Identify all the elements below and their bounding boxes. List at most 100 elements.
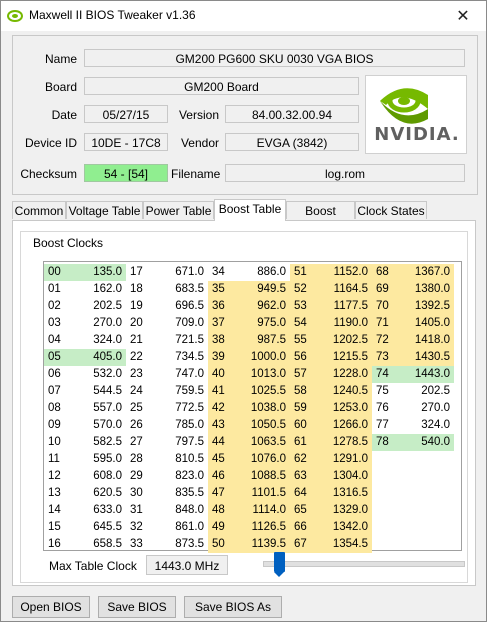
tab-boost-table[interactable]: Boost Table bbox=[214, 199, 286, 221]
boost-entry-clock[interactable]: 1215.5 bbox=[315, 349, 372, 366]
boost-entry-clock[interactable]: 975.0 bbox=[233, 315, 290, 332]
boost-entry-clock[interactable]: 772.5 bbox=[151, 400, 208, 417]
boost-entry-clock[interactable]: 595.0 bbox=[69, 451, 126, 468]
boost-entry-clock[interactable]: 645.5 bbox=[69, 519, 126, 536]
tab-boost-states[interactable]: Boost States bbox=[286, 201, 355, 236]
boost-entry-clock[interactable]: 1418.0 bbox=[397, 332, 454, 349]
open-bios-button[interactable]: Open BIOS bbox=[12, 596, 90, 618]
boost-entry-clock[interactable]: 1240.5 bbox=[315, 383, 372, 400]
boost-entry-clock[interactable]: 1367.0 bbox=[397, 264, 454, 281]
boost-entry-clock[interactable]: 570.0 bbox=[69, 417, 126, 434]
save-bios-as-button[interactable]: Save BIOS As bbox=[184, 596, 282, 618]
boost-entry-clock[interactable]: 1000.0 bbox=[233, 349, 290, 366]
boost-entry-clock[interactable]: 1190.0 bbox=[315, 315, 372, 332]
boost-clocks-grid[interactable]: 00 135.0 01 162.0 02 202.5 03 270.0 04 324.0 05 405… bbox=[43, 261, 462, 553]
boost-entry-index: 37 bbox=[208, 315, 233, 332]
boost-entry-clock[interactable]: 835.5 bbox=[151, 485, 208, 502]
boost-entry-index: 06 bbox=[48, 368, 61, 380]
boost-entry-clock[interactable]: 1164.5 bbox=[315, 281, 372, 298]
boost-entry-clock[interactable]: 785.0 bbox=[151, 417, 208, 434]
boost-entry-index: 55 bbox=[290, 332, 315, 349]
boost-entry-clock[interactable]: 1278.5 bbox=[315, 434, 372, 451]
boost-entry-clock[interactable]: 557.0 bbox=[69, 400, 126, 417]
boost-entry-clock[interactable]: 1430.5 bbox=[397, 349, 454, 366]
boost-entry-clock[interactable]: 532.0 bbox=[69, 366, 126, 383]
boost-entry-clock[interactable]: 1101.5 bbox=[233, 485, 290, 502]
boost-entry-clock[interactable]: 270.0 bbox=[397, 400, 454, 417]
boost-entry-clock[interactable]: 202.5 bbox=[69, 298, 126, 315]
boost-entry-clock[interactable]: 324.0 bbox=[69, 332, 126, 349]
boost-entry-clock[interactable]: 797.5 bbox=[151, 434, 208, 451]
boost-entry-clock[interactable]: 1114.0 bbox=[233, 502, 290, 519]
boost-entry-clock[interactable]: 721.5 bbox=[151, 332, 208, 349]
tab-clock-states[interactable]: Clock States bbox=[355, 201, 427, 219]
boost-entry-clock[interactable]: 823.0 bbox=[151, 468, 208, 485]
boost-entry-index: 65 bbox=[290, 502, 315, 519]
boost-entry-clock[interactable]: 162.0 bbox=[69, 281, 126, 298]
boost-entry-clock[interactable]: 633.0 bbox=[69, 502, 126, 519]
boost-entry-clock[interactable]: 987.5 bbox=[233, 332, 290, 349]
boost-entry-clock[interactable]: 608.0 bbox=[69, 468, 126, 485]
boost-entry-clock[interactable]: 582.5 bbox=[69, 434, 126, 451]
boost-entry-clock[interactable]: 1126.5 bbox=[233, 519, 290, 536]
boost-entry-clock[interactable]: 1266.0 bbox=[315, 417, 372, 434]
boost-entry-clock[interactable]: 1050.5 bbox=[233, 417, 290, 434]
boost-entry-clock[interactable]: 1392.5 bbox=[397, 298, 454, 315]
boost-entry-clock[interactable]: 1152.0 bbox=[315, 264, 372, 281]
boost-entry-clock[interactable]: 861.0 bbox=[151, 519, 208, 536]
boost-entry-clock[interactable]: 1038.0 bbox=[233, 400, 290, 417]
boost-entry-clock[interactable]: 1354.5 bbox=[315, 536, 372, 553]
boost-entry-index: 30 bbox=[130, 487, 143, 499]
close-icon[interactable]: ✕ bbox=[440, 1, 486, 31]
boost-entry-clock[interactable]: 949.5 bbox=[233, 281, 290, 298]
boost-entry-clock[interactable]: 671.0 bbox=[151, 264, 208, 281]
tab-power-table[interactable]: Power Table bbox=[143, 201, 214, 219]
boost-entry-clock[interactable]: 1316.5 bbox=[315, 485, 372, 502]
boost-entry-clock[interactable]: 1304.0 bbox=[315, 468, 372, 485]
boost-entry-clock[interactable]: 1253.0 bbox=[315, 400, 372, 417]
tab-voltage-table[interactable]: Voltage Table bbox=[66, 201, 143, 219]
boost-entry-clock[interactable]: 324.0 bbox=[397, 417, 454, 434]
boost-entry-clock[interactable]: 1139.5 bbox=[233, 536, 290, 553]
boost-entry-clock[interactable]: 873.5 bbox=[151, 536, 208, 553]
boost-entry-clock[interactable]: 886.0 bbox=[233, 264, 290, 281]
boost-entry-clock[interactable]: 1088.5 bbox=[233, 468, 290, 485]
boost-entry-clock[interactable]: 658.5 bbox=[69, 536, 126, 553]
boost-entry-clock[interactable]: 1177.5 bbox=[315, 298, 372, 315]
boost-entry-clock[interactable]: 1076.0 bbox=[233, 451, 290, 468]
boost-entry-clock[interactable]: 1405.0 bbox=[397, 315, 454, 332]
boost-entry-clock[interactable]: 202.5 bbox=[397, 383, 454, 400]
tab-common[interactable]: Common bbox=[12, 201, 66, 219]
boost-entry-clock[interactable]: 544.5 bbox=[69, 383, 126, 400]
boost-entry-clock[interactable]: 1329.0 bbox=[315, 502, 372, 519]
boost-entry-clock[interactable]: 810.5 bbox=[151, 451, 208, 468]
boost-entry-clock[interactable]: 540.0 bbox=[397, 434, 454, 451]
boost-entry-clock[interactable]: 270.0 bbox=[69, 315, 126, 332]
boost-entry-index: 66 bbox=[290, 519, 315, 536]
boost-entry-clock[interactable]: 1013.0 bbox=[233, 366, 290, 383]
boost-entry-clock[interactable]: 1228.0 bbox=[315, 366, 372, 383]
boost-entry-clock[interactable]: 696.5 bbox=[151, 298, 208, 315]
boost-entry-clock[interactable]: 1202.5 bbox=[315, 332, 372, 349]
title-bar[interactable]: Maxwell II BIOS Tweaker v1.36 ✕ bbox=[1, 1, 486, 31]
max-clock-slider-track[interactable] bbox=[263, 561, 465, 567]
boost-entry-clock[interactable]: 734.5 bbox=[151, 349, 208, 366]
boost-entry-index: 00 bbox=[44, 264, 69, 281]
boost-entry-clock[interactable]: 747.0 bbox=[151, 366, 208, 383]
boost-entry-clock[interactable]: 709.0 bbox=[151, 315, 208, 332]
boost-entry-clock[interactable]: 962.0 bbox=[233, 298, 290, 315]
boost-entry-clock[interactable]: 620.5 bbox=[69, 485, 126, 502]
boost-entry-clock[interactable]: 1291.0 bbox=[315, 451, 372, 468]
boost-entry-clock[interactable]: 1443.0 bbox=[397, 366, 454, 383]
boost-entry-clock[interactable]: 759.5 bbox=[151, 383, 208, 400]
boost-entry-clock[interactable]: 1025.5 bbox=[233, 383, 290, 400]
boost-entry-clock[interactable]: 405.0 bbox=[69, 349, 126, 366]
boost-entry-clock[interactable]: 1063.5 bbox=[233, 434, 290, 451]
save-bios-button[interactable]: Save BIOS bbox=[98, 596, 176, 618]
boost-entry-clock[interactable]: 683.5 bbox=[151, 281, 208, 298]
boost-entry-clock[interactable]: 135.0 bbox=[69, 264, 126, 281]
boost-entry-clock[interactable]: 848.0 bbox=[151, 502, 208, 519]
boost-entry-clock[interactable]: 1380.0 bbox=[397, 281, 454, 298]
max-clock-slider-thumb[interactable] bbox=[274, 552, 285, 577]
boost-entry-clock[interactable]: 1342.0 bbox=[315, 519, 372, 536]
